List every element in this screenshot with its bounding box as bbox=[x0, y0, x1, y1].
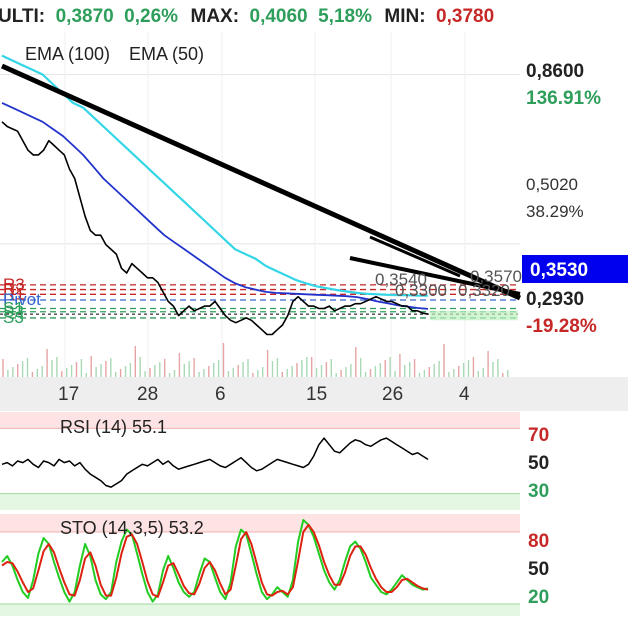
rsi-oversold-zone bbox=[0, 493, 520, 510]
stochastic-title: STO (14,3,5) 53.2 bbox=[60, 518, 204, 538]
y-tick-percent: 38.29% bbox=[526, 202, 584, 221]
stochastic-y-tick-label: 80 bbox=[528, 531, 549, 552]
support-zone bbox=[430, 310, 518, 321]
y-tick-label: 0,5020 bbox=[526, 175, 578, 194]
x-tick-label: 6 bbox=[215, 384, 226, 405]
max-change: 5,18% bbox=[318, 6, 372, 27]
max-label: MAX: bbox=[191, 6, 240, 27]
legend-item: EMA (50) bbox=[129, 44, 204, 64]
stochastic-y-tick-label: 50 bbox=[528, 559, 549, 580]
x-tick-label: 28 bbox=[137, 384, 158, 405]
y-tick-percent: 136.91% bbox=[526, 88, 601, 109]
rsi-y-tick-label: 30 bbox=[528, 481, 549, 502]
svg-text:ULTI: 0,3870 0,26%: ULTI: 0,3870 0,26% MAX: 0,4060 5,18% MIN… bbox=[0, 6, 494, 27]
quote-header: ULTI: 0,3870 0,26% MAX: 0,4060 5,18% MIN… bbox=[0, 6, 494, 27]
legend-item: EMA (100) bbox=[25, 44, 110, 64]
last-label: ULTI: bbox=[0, 6, 45, 27]
y-tick-percent: -19.28% bbox=[526, 316, 597, 337]
x-tick-label: 15 bbox=[306, 384, 327, 405]
level-annotation: 0,3300 bbox=[395, 281, 447, 300]
price-panel: 0,35700,35400,3300 0,3320 R3R2R1PivotS1S2… bbox=[0, 32, 628, 377]
rsi-panel: RSI (14) 55.1 70 50 30 bbox=[0, 412, 549, 510]
last-change: 0,26% bbox=[124, 6, 178, 27]
price-y-axis: 0,8600 136.91% 0,5020 38.29% 0,2930 -19.28% bbox=[526, 61, 601, 337]
min-value: 0,3780 bbox=[436, 6, 494, 27]
rsi-y-tick-label: 70 bbox=[528, 425, 549, 446]
x-axis-band: 17 28 6 15 26 4 bbox=[0, 377, 628, 411]
pivot-label: S3 bbox=[3, 308, 24, 327]
max-value: 0,4060 bbox=[250, 6, 308, 27]
current-price-box: 0,3530 bbox=[522, 255, 628, 283]
stochastic-oversold-zone bbox=[0, 604, 520, 616]
last-value: 0,3870 bbox=[56, 6, 114, 27]
chart-svg: ULTI: 0,3870 0,26% MAX: 0,4060 5,18% MIN… bbox=[0, 6, 628, 616]
y-tick-label: 0,2930 bbox=[526, 289, 584, 310]
x-tick-label: 4 bbox=[459, 384, 470, 405]
y-tick-label: 0,8600 bbox=[526, 61, 584, 82]
stochastic-y-tick-label: 20 bbox=[528, 587, 549, 608]
x-tick-label: 26 bbox=[382, 384, 403, 405]
stochastic-panel: STO (14,3,5) 53.2 80 50 20 bbox=[0, 514, 549, 616]
chart-stage: ULTI: 0,3870 0,26% MAX: 0,4060 5,18% MIN… bbox=[0, 0, 628, 616]
current-price-label: 0,3530 bbox=[530, 260, 588, 281]
rsi-y-tick-label: 50 bbox=[528, 453, 549, 474]
x-tick-label: 17 bbox=[58, 384, 79, 405]
price-plot-area bbox=[0, 32, 520, 377]
rsi-title: RSI (14) 55.1 bbox=[60, 417, 167, 437]
min-label: MIN: bbox=[384, 6, 425, 27]
level-annotation: 0,3320 bbox=[458, 281, 510, 300]
